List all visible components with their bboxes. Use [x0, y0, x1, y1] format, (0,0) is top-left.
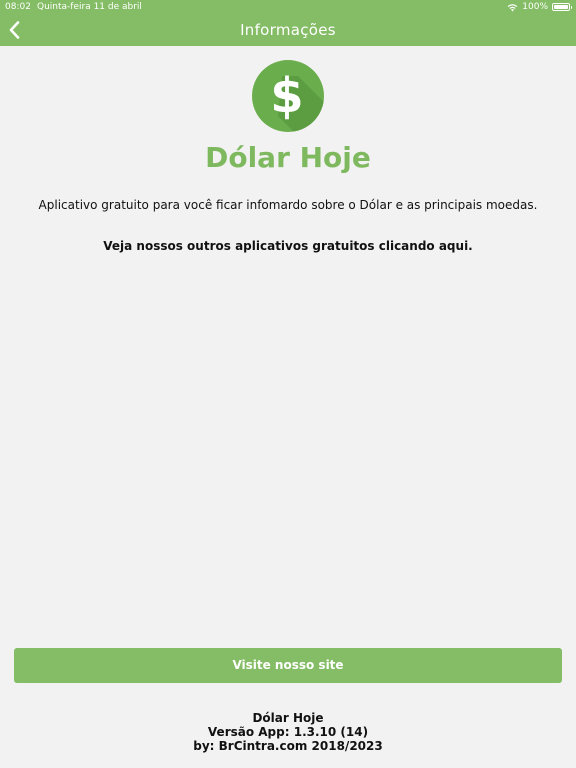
battery-icon	[552, 3, 572, 11]
app-description: Aplicativo gratuito para você ficar info…	[38, 198, 538, 212]
app-name-heading: Dólar Hoje	[205, 141, 371, 174]
navigation-bar: Informações	[0, 14, 576, 46]
other-apps-link[interactable]: Veja nossos outros aplicativos gratuitos…	[0, 238, 576, 254]
battery-percentage: 100%	[522, 2, 548, 12]
footer-app-name: Dólar Hoje	[252, 711, 324, 725]
footer-credits: by: BrCintra.com 2018/2023	[193, 739, 383, 753]
footer-version: Versão App: 1.3.10 (14)	[207, 725, 369, 739]
status-bar: 08:02 Quinta-feira 11 de abril 100%	[0, 0, 576, 14]
info-screen: 08:02 Quinta-feira 11 de abril 100% Info…	[0, 0, 576, 768]
status-time: 08:02	[5, 2, 31, 12]
wifi-icon	[508, 3, 518, 11]
status-indicators: 100%	[507, 0, 572, 14]
dollar-sign-icon: $	[252, 60, 324, 132]
status-date: Quinta-feira 11 de abril	[37, 2, 142, 12]
visit-site-button[interactable]: Visite nosso site	[14, 648, 562, 683]
battery-level	[554, 5, 568, 9]
footer-info: Dólar Hoje Versão App: 1.3.10 (14) by: B…	[0, 711, 576, 753]
top-bar: 08:02 Quinta-feira 11 de abril 100% Info…	[0, 0, 576, 46]
logo-symbol: $	[270, 68, 303, 124]
page-title: Informações	[240, 21, 336, 39]
